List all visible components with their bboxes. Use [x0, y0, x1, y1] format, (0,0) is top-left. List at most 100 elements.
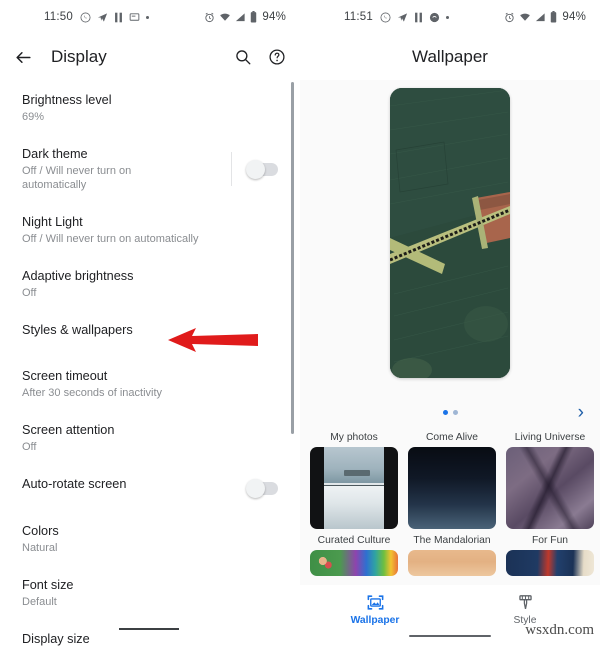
category-label: My photos [330, 432, 378, 443]
signal-icon [236, 12, 245, 21]
setting-subtitle: Off [22, 287, 37, 299]
back-arrow-icon[interactable] [14, 48, 33, 67]
setting-subtitle: Natural [22, 542, 58, 554]
pause-icon [115, 12, 122, 22]
wallpaper-pager: › [300, 398, 600, 426]
divider [231, 152, 232, 186]
display-appbar: Display [0, 34, 300, 80]
whatsapp-icon [80, 12, 91, 22]
nav-tab-wallpaper[interactable]: Wallpaper [300, 593, 450, 626]
category-label: Come Alive [425, 432, 479, 443]
photo-boat [344, 469, 370, 476]
setting-subtitle: After 30 seconds of inactivity [22, 387, 163, 399]
battery-icon [251, 11, 257, 23]
alarm-icon [205, 12, 214, 22]
wallpaper-categories: My photos Come Alive Living Universe Cur… [300, 426, 600, 576]
signal-icon [536, 12, 545, 21]
page-dot-1[interactable] [442, 409, 448, 415]
dual-phone-screenshot: 11:50 94% Display Brightness level 69% D… [0, 0, 600, 647]
photo-sky [324, 447, 384, 484]
setting-title: Brightness level [22, 93, 112, 107]
status-system-icons: 94% [204, 11, 286, 23]
setting-display-size[interactable]: Display size [0, 619, 300, 647]
status-time: 11:50 [44, 11, 73, 23]
setting-title: Font size [22, 578, 74, 592]
status-notification-icons [380, 12, 449, 23]
auto-rotate-toggle[interactable] [246, 479, 278, 498]
setting-font-size[interactable]: Font size Default [0, 565, 300, 619]
wallpaper-body: › My photos Come Alive Living Universe C… [300, 80, 600, 647]
dark-theme-toggle[interactable] [246, 159, 278, 179]
page-dot-2[interactable] [452, 409, 458, 415]
category-label: For Fun [531, 535, 569, 546]
setting-title: Adaptive brightness [22, 269, 134, 283]
setting-subtitle: Off / Will never turn on automatically [22, 165, 132, 191]
setting-brightness-level[interactable]: Brightness level 69% [0, 80, 300, 134]
category-come-alive[interactable]: Come Alive [408, 432, 496, 529]
setting-title: Screen timeout [22, 369, 108, 383]
home-indicator-right [409, 634, 491, 637]
category-thumbnail[interactable] [506, 550, 594, 576]
setting-dark-theme[interactable]: Dark theme Off / Will never turn on auto… [0, 134, 300, 202]
battery-percent: 94% [262, 11, 286, 23]
watermark: wsxdn.com [525, 622, 594, 638]
aerial-farm-fields-image [390, 88, 510, 378]
category-thumbnail[interactable] [310, 447, 398, 529]
telegram-icon [97, 12, 108, 22]
category-curated-culture[interactable]: Curated Culture [310, 535, 398, 576]
setting-colors[interactable]: Colors Natural [0, 511, 300, 565]
category-for-fun[interactable]: For Fun [506, 535, 594, 576]
setting-screen-attention[interactable]: Screen attention Off [0, 410, 300, 464]
more-dot-icon [445, 15, 449, 19]
telegram-icon [397, 12, 408, 22]
category-row-2: Curated Culture The Mandalorian For Fun [310, 535, 594, 576]
setting-title: Auto-rotate screen [22, 477, 127, 491]
category-my-photos[interactable]: My photos [310, 432, 398, 529]
help-icon[interactable] [268, 48, 286, 66]
setting-title: Screen attention [22, 423, 115, 437]
search-icon[interactable] [234, 48, 252, 66]
category-living-universe[interactable]: Living Universe [506, 432, 594, 529]
wallpaper-preview-area [300, 80, 600, 398]
wifi-icon [520, 13, 531, 21]
page-dots[interactable] [300, 409, 600, 415]
left-status-bar: 11:50 94% [0, 0, 300, 34]
toggle-container [231, 146, 278, 186]
setting-title: Colors [22, 524, 59, 538]
setting-night-light[interactable]: Night Light Off / Will never turn on aut… [0, 202, 300, 256]
category-thumbnail[interactable] [408, 447, 496, 529]
setting-title: Night Light [22, 215, 83, 229]
page-title: Display [51, 47, 107, 66]
wallpaper-preview[interactable] [390, 88, 510, 378]
wifi-icon [220, 13, 231, 21]
setting-adaptive-brightness[interactable]: Adaptive brightness Off [0, 256, 300, 310]
status-system-icons: 94% [504, 11, 586, 23]
pause-icon [415, 12, 422, 22]
wallpaper-appbar: Wallpaper [300, 34, 600, 80]
setting-subtitle: Off [22, 441, 37, 453]
category-thumbnail[interactable] [506, 447, 594, 529]
message-icon [129, 12, 140, 21]
photo-foam [324, 486, 384, 529]
alarm-icon [505, 12, 514, 22]
home-indicator-left [119, 628, 179, 630]
appbar-actions [234, 48, 286, 66]
category-label: The Mandalorian [413, 535, 491, 546]
category-the-mandalorian[interactable]: The Mandalorian [408, 535, 496, 576]
nav-label: Wallpaper [350, 615, 400, 626]
left-phone-panel: 11:50 94% Display Brightness level 69% D… [0, 0, 300, 647]
dark-circle-icon [429, 12, 440, 22]
chevron-right-icon[interactable]: › [578, 403, 584, 422]
status-notification-icons [80, 12, 149, 23]
setting-title: Dark theme [22, 147, 88, 161]
setting-auto-rotate-screen[interactable]: Auto-rotate screen [0, 464, 300, 511]
setting-screen-timeout[interactable]: Screen timeout After 30 seconds of inact… [0, 356, 300, 410]
category-thumbnail[interactable] [408, 550, 496, 576]
display-settings-list[interactable]: Brightness level 69% Dark theme Off / Wi… [0, 80, 300, 647]
setting-subtitle: 69% [22, 111, 45, 123]
right-phone-panel: 11:51 94% Wallpaper › My photos Come Ali… [300, 0, 600, 647]
category-thumbnail[interactable] [310, 550, 398, 576]
category-row-1: My photos Come Alive Living Universe [310, 432, 594, 529]
scrollbar[interactable] [291, 82, 294, 434]
setting-subtitle: Off / Will never turn on automatically [22, 233, 199, 245]
